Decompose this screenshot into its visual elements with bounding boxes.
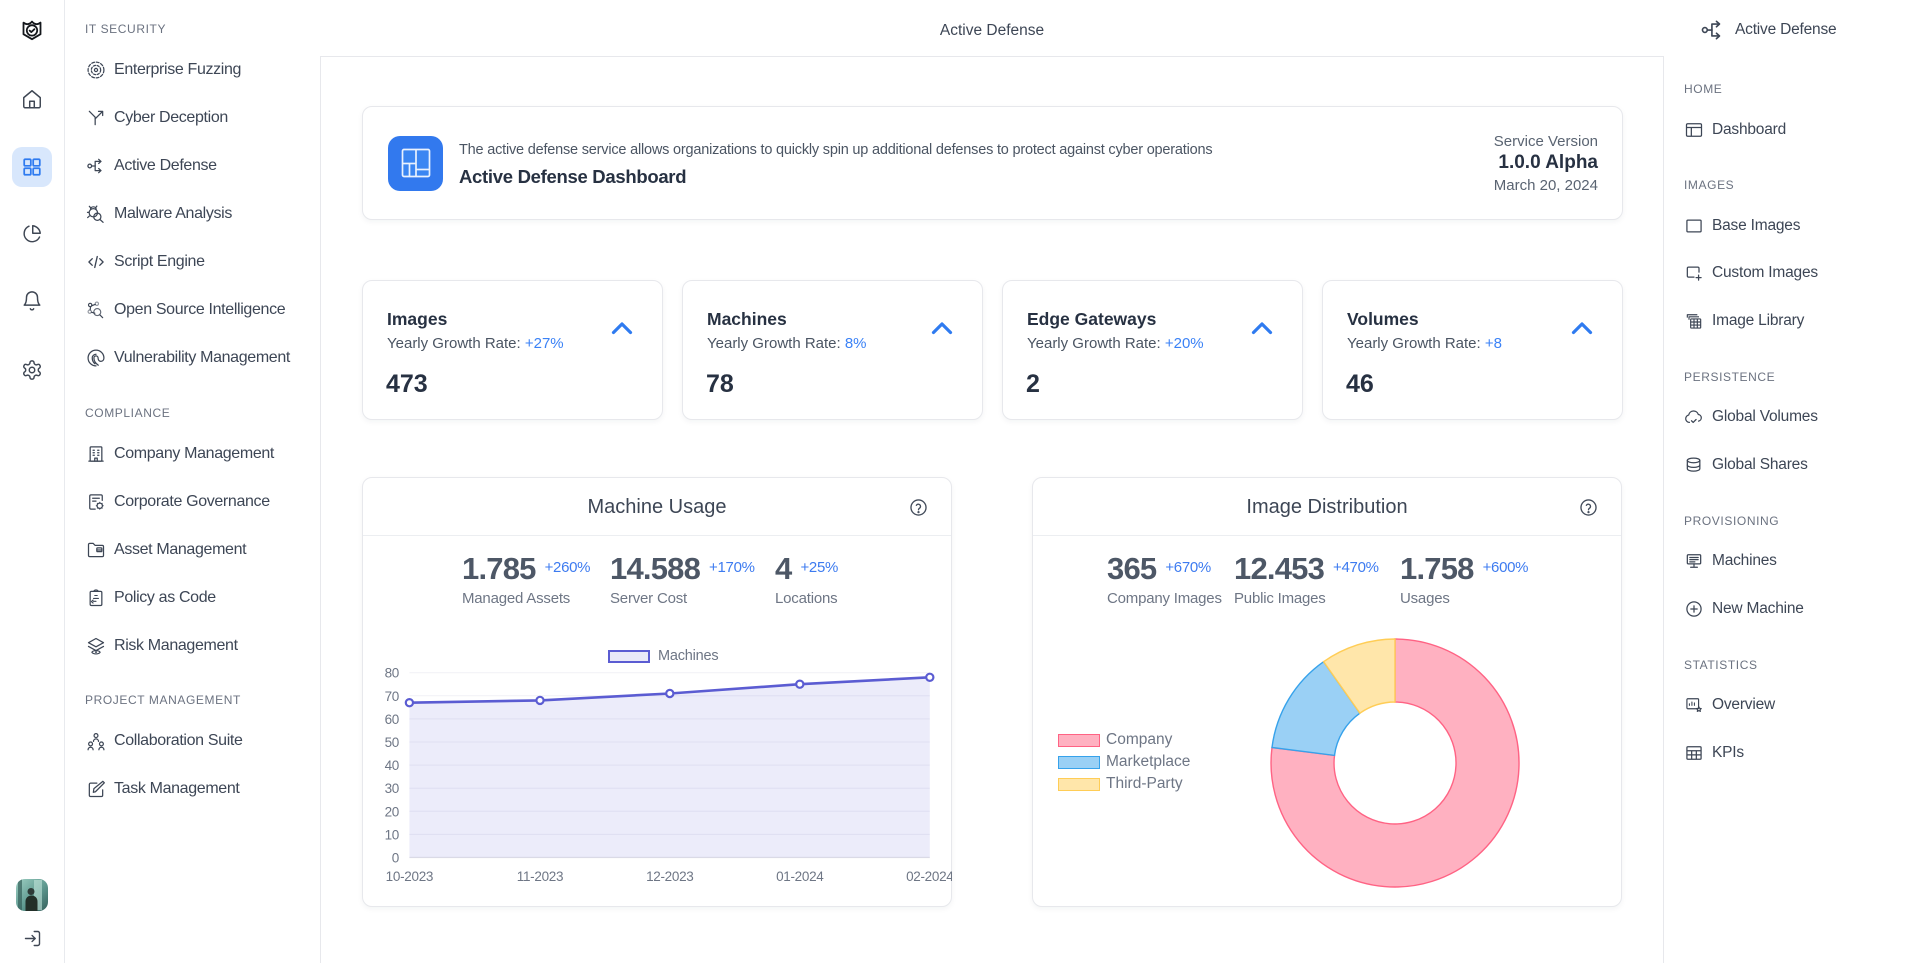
svg-text:30: 30 [385,781,399,796]
svg-text:70: 70 [385,689,399,704]
svg-text:11-2023: 11-2023 [517,869,563,884]
svg-text:01-2024: 01-2024 [776,869,824,884]
svg-text:50: 50 [385,735,399,750]
svg-text:10: 10 [385,827,399,842]
svg-text:10-2023: 10-2023 [386,869,433,884]
svg-text:12-2023: 12-2023 [646,869,693,884]
svg-text:20: 20 [385,804,399,819]
svg-text:02-2024: 02-2024 [906,869,952,884]
svg-text:60: 60 [385,712,399,727]
svg-text:80: 80 [385,666,399,681]
svg-text:0: 0 [392,851,399,866]
svg-text:40: 40 [385,758,399,773]
